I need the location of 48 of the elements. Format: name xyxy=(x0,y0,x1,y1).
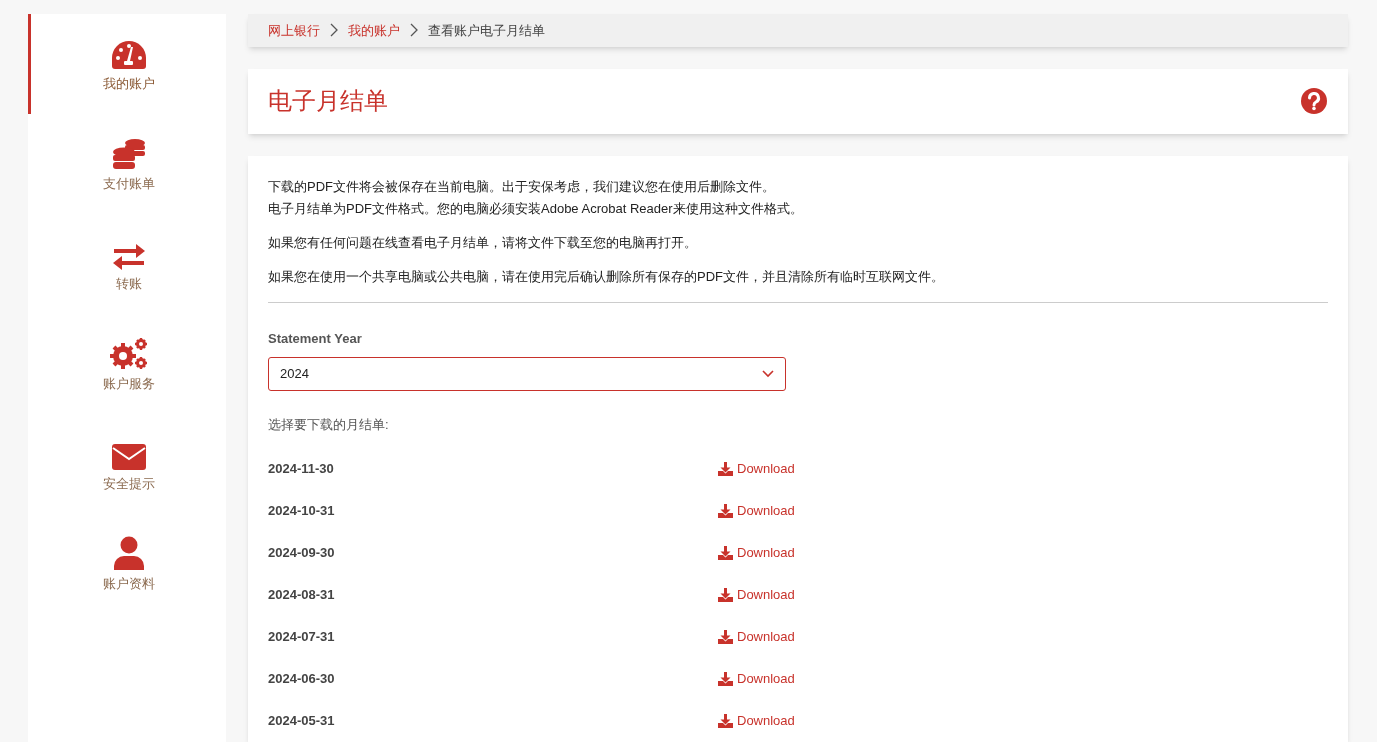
download-link[interactable]: Download xyxy=(718,627,795,647)
sidebar-item[interactable]: 安全提示 xyxy=(28,414,226,514)
breadcrumb-link[interactable]: 网上银行 xyxy=(268,20,320,41)
download-icon xyxy=(718,630,733,644)
page-title: 电子月结单 xyxy=(268,86,388,117)
statement-date: 2024-07-31 xyxy=(268,628,336,647)
download-link[interactable]: Download xyxy=(718,585,795,605)
sidebar-item[interactable]: 账户服务 xyxy=(28,314,226,414)
statement-date: 2024-06-30 xyxy=(268,670,336,689)
download-icon xyxy=(718,714,733,728)
dropdown-value: 2024 xyxy=(280,364,309,383)
download-icon xyxy=(718,546,733,560)
breadcrumb-current: 查看账户电子月结单 xyxy=(428,21,545,40)
statement-date: 2024-10-31 xyxy=(268,502,336,521)
info-text: 下载的PDF文件将会被保存在当前电脑。出于安保考虑，我们建议您在使用后删除文件。 xyxy=(268,178,776,196)
download-icon xyxy=(718,504,733,518)
year-dropdown[interactable]: 2024 xyxy=(268,356,786,391)
download-link[interactable]: Download xyxy=(718,543,795,563)
download-link[interactable]: Download xyxy=(718,669,795,689)
user-icon xyxy=(113,536,144,571)
info-text: 电子月结单为PDF文件格式。您的电脑必须安装Adobe Acrobat Reader来使用这种文件格式。 xyxy=(268,200,804,218)
download-link[interactable]: Download xyxy=(718,711,795,731)
chevron-right-icon xyxy=(410,23,418,38)
statement-date: 2024-05-31 xyxy=(268,712,336,731)
breadcrumb-link[interactable]: 我的账户 xyxy=(348,20,400,41)
info-text: 如果您在使用一个共享电脑或公共电脑，请在使用完后确认删除所有保存的PDF文件，并且清除所有临时互联网文件。 xyxy=(268,268,945,286)
info-text: 如果您有任何问题在线查看电子月结单，请将文件下载至您的电脑再打开。 xyxy=(268,234,698,252)
swap-arrows-icon xyxy=(112,244,145,271)
chevron-down-icon xyxy=(762,369,774,378)
gauge-icon xyxy=(110,40,147,71)
statement-date: 2024-09-30 xyxy=(268,544,336,563)
coin-stack-icon xyxy=(111,138,146,171)
download-link[interactable]: Download xyxy=(718,501,795,521)
list-label: 选择要下载的月结单: xyxy=(268,415,390,434)
statement-date: 2024-11-30 xyxy=(268,460,335,479)
sidebar-item[interactable]: 转账 xyxy=(28,214,226,314)
download-icon xyxy=(718,462,733,476)
field-label: Statement Year xyxy=(268,330,363,348)
statement-date: 2024-08-31 xyxy=(268,586,336,605)
sidebar-item[interactable]: 支付账单 xyxy=(28,114,226,214)
gears-icon xyxy=(108,338,149,371)
sidebar-item[interactable]: 账户资料 xyxy=(28,514,226,614)
download-link[interactable]: Download xyxy=(718,459,795,479)
help-icon[interactable] xyxy=(1300,87,1328,116)
download-icon xyxy=(718,672,733,686)
chevron-right-icon xyxy=(330,23,338,38)
download-icon xyxy=(718,588,733,602)
envelope-icon xyxy=(111,444,146,471)
